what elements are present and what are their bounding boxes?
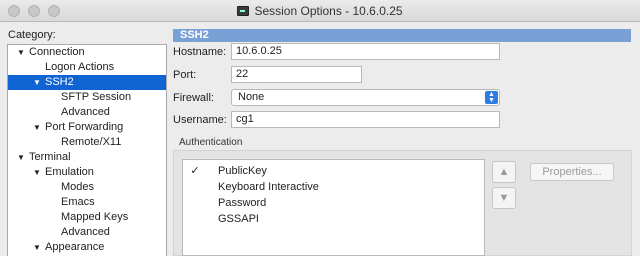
checkbox-unchecked[interactable]	[189, 197, 201, 209]
tree-item-ssh2[interactable]: ▼ SSH2	[8, 75, 166, 90]
expanded-triangle-icon[interactable]: ▼	[16, 45, 26, 60]
tree-item-mapped-keys[interactable]: Mapped Keys	[8, 210, 166, 225]
tree-item-ssh2-advanced[interactable]: Advanced	[8, 105, 166, 120]
tree-item-label: Remote/X11	[61, 136, 122, 148]
expanded-triangle-icon[interactable]: ▼	[32, 120, 42, 135]
move-up-button[interactable]: ▲	[492, 161, 516, 183]
terminal-icon	[237, 6, 250, 16]
auth-item-label: Password	[218, 197, 267, 209]
tree-item-label: Appearance	[45, 241, 105, 253]
tree-item-connection[interactable]: ▼ Connection	[8, 45, 166, 60]
tree-item-appearance[interactable]: ▼ Appearance	[8, 240, 166, 255]
up-down-chevron-icon: ▲ ▼	[485, 91, 498, 104]
tree-item-label: Port Forwarding	[45, 121, 124, 133]
tree-item-label: Advanced	[61, 226, 110, 238]
panel-header: SSH2	[173, 29, 631, 42]
port-label: Port:	[173, 69, 197, 81]
category-tree[interactable]: ▼ Connection Logon Actions ▼ SSH2 SFTP S…	[7, 44, 167, 256]
hostname-input[interactable]: 10.6.0.25	[231, 43, 500, 60]
tree-item-label: Emacs	[61, 196, 95, 208]
expanded-triangle-icon[interactable]: ▼	[16, 150, 26, 165]
move-down-button[interactable]: ▼	[492, 187, 516, 209]
username-label: Username:	[173, 114, 227, 126]
tree-item-label: SSH2	[45, 76, 74, 88]
properties-button[interactable]: Properties...	[530, 163, 614, 181]
down-arrow-icon: ▼	[498, 192, 510, 204]
tree-item-emulation-advanced[interactable]: Advanced	[8, 225, 166, 240]
tree-item-logon-actions[interactable]: Logon Actions	[8, 60, 166, 75]
auth-item-label: Keyboard Interactive	[218, 181, 319, 193]
firewall-select[interactable]: None ▲ ▼	[231, 89, 500, 106]
up-arrow-icon: ▲	[498, 166, 510, 178]
expanded-triangle-icon[interactable]: ▼	[32, 240, 42, 255]
firewall-select-value: None	[238, 91, 265, 103]
tree-item-label: Modes	[61, 181, 95, 193]
hostname-label: Hostname:	[173, 46, 227, 58]
tree-item-label: Emulation	[45, 166, 94, 178]
tree-item-label: SFTP Session	[61, 91, 132, 103]
checkbox-unchecked[interactable]	[189, 213, 201, 225]
port-input[interactable]: 22	[231, 66, 362, 83]
username-input[interactable]: cg1	[231, 111, 500, 128]
auth-item-label: PublicKey	[218, 165, 267, 177]
tree-item-label: Mapped Keys	[61, 211, 129, 223]
tree-item-port-forwarding[interactable]: ▼ Port Forwarding	[8, 120, 166, 135]
title-bar: Session Options - 10.6.0.25	[0, 0, 640, 22]
tree-item-sftp-session[interactable]: SFTP Session	[8, 90, 166, 105]
window-title-text: Session Options - 10.6.0.25	[254, 4, 403, 18]
category-label: Category:	[8, 29, 56, 41]
tree-item-label: Terminal	[29, 151, 71, 163]
firewall-label: Firewall:	[173, 92, 214, 104]
tree-item-label: Logon Actions	[45, 61, 115, 73]
authentication-group-label: Authentication	[179, 137, 243, 148]
tree-item-label: Connection	[29, 46, 85, 58]
tree-item-emulation[interactable]: ▼ Emulation	[8, 165, 166, 180]
tree-item-terminal[interactable]: ▼ Terminal	[8, 150, 166, 165]
window-title: Session Options - 10.6.0.25	[0, 4, 640, 18]
checkmark-icon[interactable]: ✓	[189, 165, 201, 177]
checkbox-unchecked[interactable]	[189, 181, 201, 193]
tree-item-remote-x11[interactable]: Remote/X11	[8, 135, 166, 150]
tree-item-modes[interactable]: Modes	[8, 180, 166, 195]
tree-item-emacs[interactable]: Emacs	[8, 195, 166, 210]
tree-item-label: Advanced	[61, 106, 110, 118]
auth-item-label: GSSAPI	[218, 213, 259, 225]
authentication-list[interactable]: ✓ PublicKey Keyboard Interactive Passwor…	[182, 159, 485, 256]
expanded-triangle-icon[interactable]: ▼	[32, 75, 42, 90]
expanded-triangle-icon[interactable]: ▼	[32, 165, 42, 180]
